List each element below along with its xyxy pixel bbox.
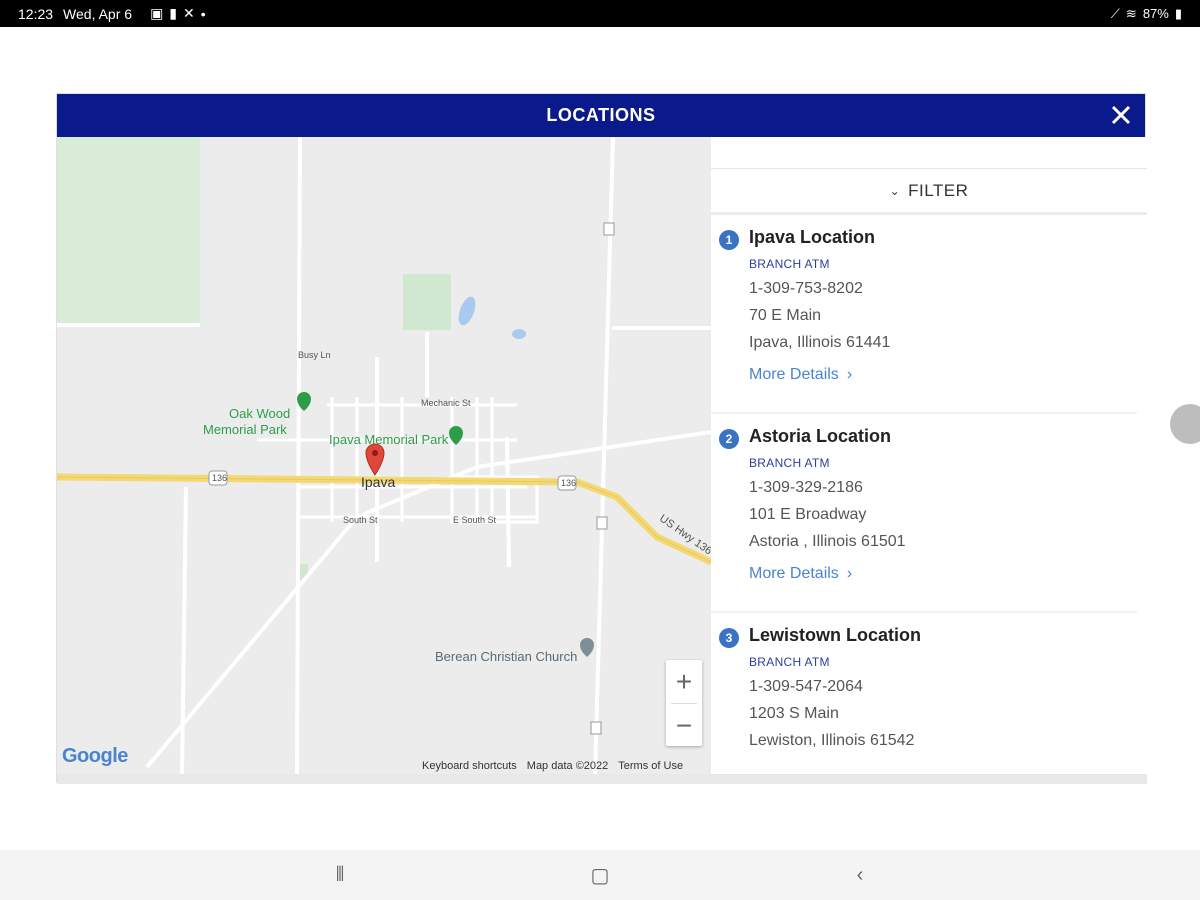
modal-title: LOCATIONS bbox=[546, 105, 656, 125]
more-details-link[interactable]: More Details › bbox=[749, 366, 852, 384]
location-phone[interactable]: 1-309-547-2064 bbox=[749, 678, 1137, 696]
location-address: 1203 S Main bbox=[749, 705, 839, 722]
zoom-out-button[interactable]: − bbox=[666, 704, 702, 747]
google-logo-text: Google bbox=[62, 745, 128, 767]
more-details-label: More Details bbox=[749, 565, 839, 582]
modal-body: Oak Wood Memorial Park Ipava Memorial Pa… bbox=[57, 137, 1147, 774]
chevron-right-icon: › bbox=[846, 366, 853, 383]
location-name: Astoria Location bbox=[749, 426, 892, 446]
map-label-memorial-park: Memorial Park bbox=[203, 422, 287, 437]
locations-panel: ⌄ FILTER 1 Ipava Location BRANCH ATM 1-3… bbox=[711, 137, 1147, 774]
back-button[interactable]: ‹ bbox=[845, 860, 875, 890]
location-item[interactable]: 3 Lewistown Location BRANCH ATM 1-309-54… bbox=[711, 613, 1137, 774]
more-details-link[interactable]: More Details › bbox=[749, 565, 852, 583]
recent-apps-icon: ⦀ bbox=[335, 863, 345, 886]
home-icon: ▢ bbox=[590, 864, 610, 887]
signal-icon: ⟋ bbox=[1110, 5, 1120, 21]
location-type: BRANCH ATM bbox=[749, 655, 830, 669]
location-type: BRANCH ATM bbox=[749, 456, 830, 470]
location-name: Ipava Location bbox=[749, 227, 876, 247]
location-name: Lewistown Location bbox=[749, 625, 922, 645]
status-bar: 12:23 Wed, Apr 6 ▣ ▮ ✕ • ⟋ ≋ 87% ▮ bbox=[0, 0, 1200, 27]
location-city: Ipava, Illinois 61441 bbox=[749, 334, 891, 351]
filter-toggle[interactable]: ⌄ FILTER bbox=[711, 169, 1147, 215]
edge-panel-handle[interactable] bbox=[1170, 404, 1200, 444]
gallery-icon: ▣ bbox=[150, 5, 164, 21]
map-label-berean-church: Berean Christian Church bbox=[435, 649, 578, 664]
status-date: Wed, Apr 6 bbox=[63, 5, 133, 22]
map-view[interactable]: Oak Wood Memorial Park Ipava Memorial Pa… bbox=[57, 137, 711, 774]
more-details-label: More Details bbox=[749, 366, 839, 383]
navigation-bar: ⦀ ▢ ‹ bbox=[0, 850, 1200, 900]
location-item[interactable]: 1 Ipava Location BRANCH ATM 1-309-753-82… bbox=[711, 215, 1137, 414]
location-number-badge: 1 bbox=[719, 230, 739, 250]
battery-level: 87% bbox=[1142, 6, 1169, 21]
location-city: Astoria , Illinois 61501 bbox=[749, 533, 906, 550]
map-footer: Keyboard shortcuts Map data ©2022 Terms … bbox=[422, 760, 683, 772]
map-label-hwy-136-b: 136 bbox=[561, 478, 577, 488]
keyboard-shortcuts-link[interactable]: Keyboard shortcuts bbox=[422, 760, 517, 772]
chevron-down-icon: ⌄ bbox=[889, 183, 901, 198]
location-type: BRANCH ATM bbox=[749, 257, 830, 271]
location-address: 101 E Broadway bbox=[749, 506, 867, 523]
zoom-controls: + − bbox=[666, 660, 702, 746]
map-label-mechanic-st: Mechanic St bbox=[421, 398, 471, 408]
modal-header: LOCATIONS bbox=[57, 94, 1145, 137]
location-number-badge: 3 bbox=[719, 628, 739, 648]
terms-link[interactable]: Terms of Use bbox=[618, 760, 683, 772]
google-logo: Google bbox=[62, 745, 128, 768]
modal-bottom-strip bbox=[57, 774, 1147, 784]
close-button[interactable] bbox=[1105, 99, 1137, 131]
map-data-text: Map data ©2022 bbox=[526, 760, 609, 772]
location-city: Lewiston, Illinois 61542 bbox=[749, 732, 915, 749]
dot-icon: • bbox=[200, 5, 206, 22]
phone-icon: ▮ bbox=[169, 5, 178, 21]
filter-label: FILTER bbox=[908, 180, 969, 200]
locations-modal: LOCATIONS Oak Wood Memorial Park Ipava M… bbox=[56, 93, 1147, 784]
back-icon: ‹ bbox=[856, 863, 864, 886]
recent-apps-button[interactable]: ⦀ bbox=[325, 860, 355, 890]
home-button[interactable]: ▢ bbox=[585, 860, 615, 890]
location-item[interactable]: 2 Astoria Location BRANCH ATM 1-309-329-… bbox=[711, 414, 1137, 613]
map-label-south-st: South St bbox=[343, 515, 378, 525]
location-phone[interactable]: 1-309-753-8202 bbox=[749, 280, 1137, 298]
map-label-ipava-memorial-park: Ipava Memorial Park bbox=[329, 432, 449, 447]
wifi-icon: ≋ bbox=[1125, 5, 1137, 21]
zoom-in-button[interactable]: + bbox=[666, 660, 702, 703]
location-number-badge: 2 bbox=[719, 429, 739, 449]
close-icon bbox=[1111, 105, 1131, 125]
location-address: 70 E Main bbox=[749, 307, 822, 324]
x-icon: ✕ bbox=[183, 5, 195, 21]
battery-icon: ▮ bbox=[1174, 5, 1182, 21]
map-label-oak-wood: Oak Wood bbox=[229, 406, 291, 421]
panel-top-spacer bbox=[711, 137, 1147, 169]
map-label-e-south-st: E South St bbox=[453, 515, 497, 525]
status-time: 12:23 bbox=[18, 5, 54, 22]
map-label-hwy-136-a: 136 bbox=[212, 473, 228, 483]
map-label-busy-ln: Busy Ln bbox=[298, 350, 331, 360]
map-canvas bbox=[57, 137, 711, 774]
map-label-ipava: Ipava bbox=[361, 474, 396, 490]
location-phone[interactable]: 1-309-329-2186 bbox=[749, 479, 1137, 497]
chevron-right-icon: › bbox=[846, 565, 853, 582]
